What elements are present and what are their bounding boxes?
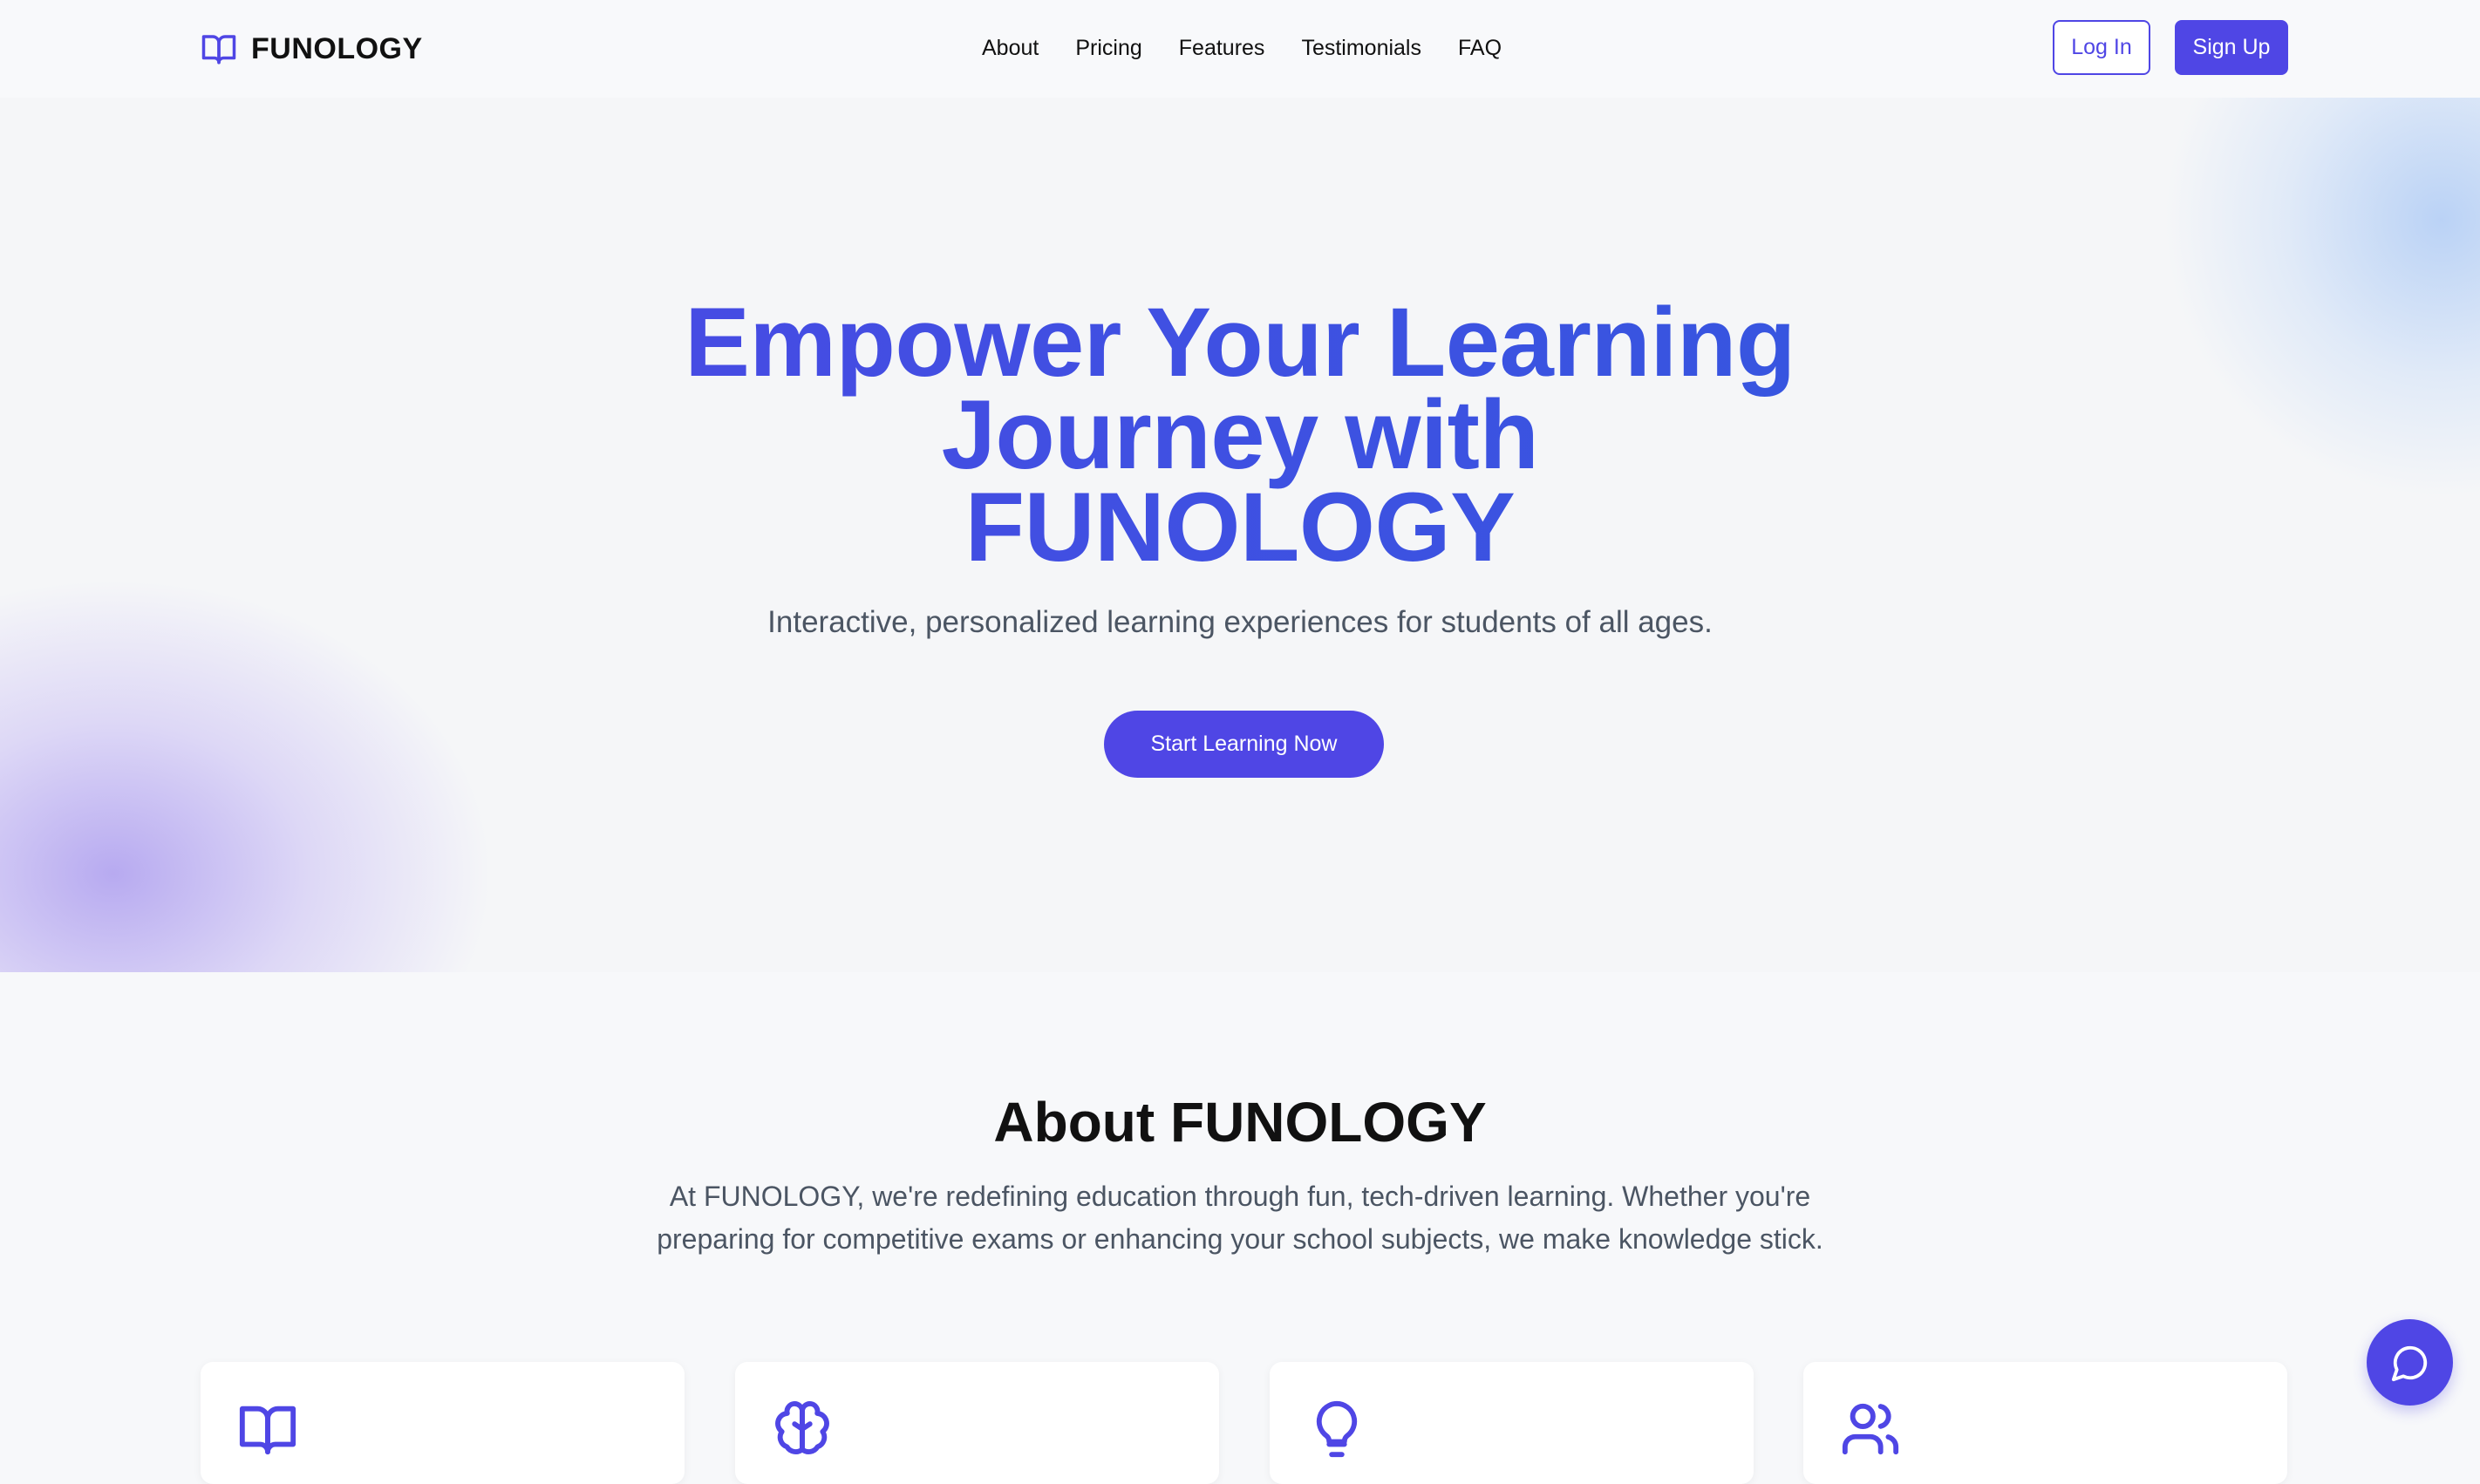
feature-card <box>201 1362 685 1484</box>
hero-subtitle: Interactive, personalized learning exper… <box>767 605 1713 639</box>
chat-bubble-icon <box>2391 1345 2427 1381</box>
feature-card <box>1270 1362 1754 1484</box>
hero-title-line: FUNOLOGY <box>964 473 1516 582</box>
login-button[interactable]: Log In <box>2053 20 2150 75</box>
brand-logo[interactable]: FUNOLOGY <box>201 28 423 70</box>
about-text-line: preparing for competitive exams or enhan… <box>657 1223 1823 1255</box>
signup-button[interactable]: Sign Up <box>2175 20 2288 75</box>
brand-name: FUNOLOGY <box>251 31 423 65</box>
chat-button[interactable] <box>2367 1319 2453 1406</box>
nav-link-faq[interactable]: FAQ <box>1458 33 1502 63</box>
about-text-line: At FUNOLOGY, we're redefining education … <box>669 1181 1811 1212</box>
hero-title: Empower Your Learning Journey with FUNOL… <box>0 296 2480 574</box>
open-book-icon <box>201 35 236 65</box>
brain-icon <box>775 1401 829 1454</box>
nav-link-features[interactable]: Features <box>1179 33 1265 63</box>
users-icon <box>1842 1403 1899 1455</box>
nav-link-testimonials[interactable]: Testimonials <box>1301 33 1421 63</box>
hero-section: Empower Your Learning Journey with FUNOL… <box>0 98 2480 972</box>
nav-link-about[interactable]: About <box>982 33 1039 63</box>
hero-title-line: Journey with <box>941 380 1539 489</box>
top-navbar: FUNOLOGY About Pricing Features Testimon… <box>0 0 2480 98</box>
feature-card <box>735 1362 1219 1484</box>
start-learning-button[interactable]: Start Learning Now <box>1104 711 1384 778</box>
hero-title-line: Empower Your Learning <box>685 288 1795 397</box>
about-title: About FUNOLOGY <box>993 1091 1487 1154</box>
nav-link-pricing[interactable]: Pricing <box>1075 33 1141 63</box>
book-icon <box>239 1406 296 1455</box>
lightbulb-icon <box>1316 1400 1358 1458</box>
feature-card <box>1803 1362 2287 1484</box>
primary-nav: About Pricing Features Testimonials FAQ <box>982 33 1538 63</box>
about-description: At FUNOLOGY, we're redefining education … <box>630 1175 1850 1261</box>
